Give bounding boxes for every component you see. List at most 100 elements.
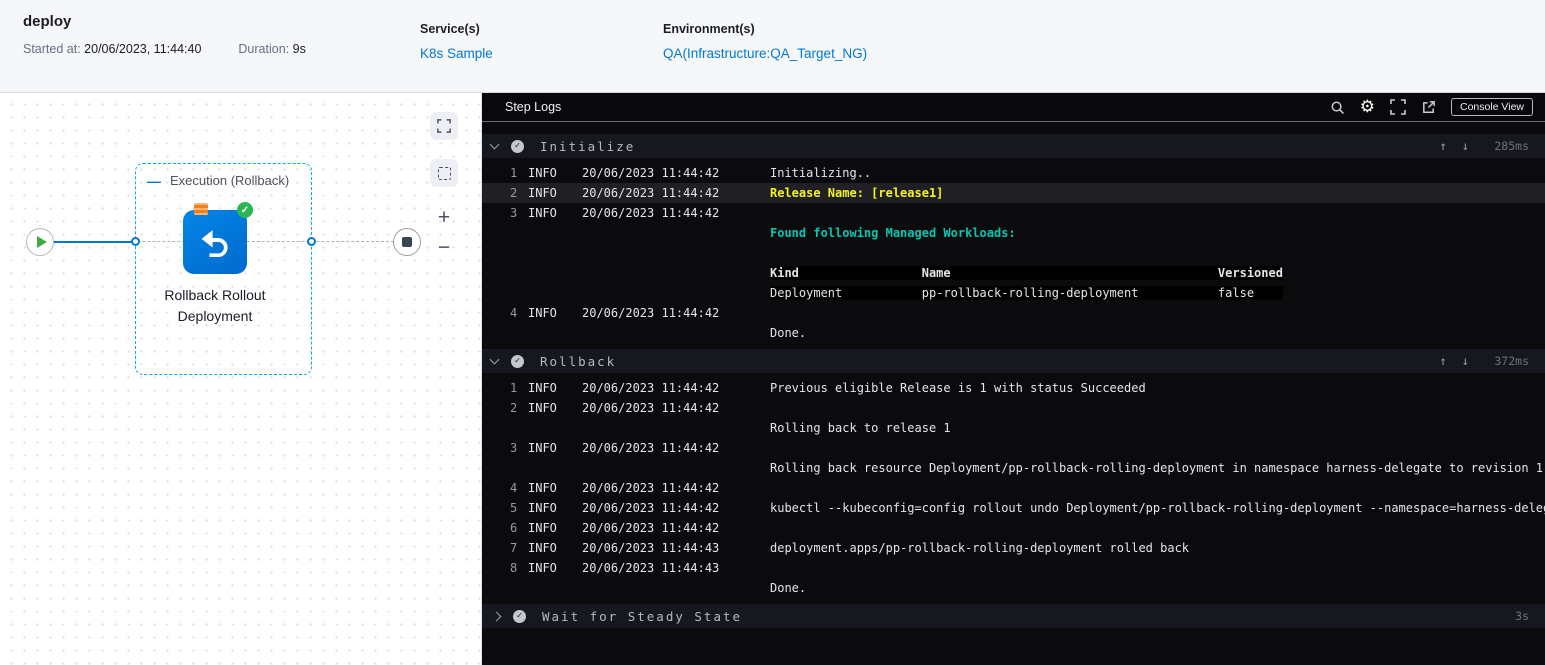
- page-title: deploy: [23, 13, 72, 30]
- log-line: 4 INFO 20/06/2023 11:44:42: [482, 478, 1545, 498]
- open-in-new-icon[interactable]: [1421, 100, 1436, 115]
- log-message: Found following Managed Workloads:: [770, 226, 1016, 240]
- log-line-number: 5: [510, 501, 518, 515]
- log-timestamp: 20/06/2023 11:44:42: [582, 501, 720, 515]
- log-level: INFO: [528, 501, 557, 515]
- log-level: INFO: [528, 401, 557, 415]
- log-level: INFO: [528, 206, 557, 220]
- flow-line-active: [53, 240, 135, 243]
- status-success-icon: ✓: [513, 609, 526, 623]
- chevron-down-icon[interactable]: [489, 139, 500, 150]
- log-section-title: Wait for Steady State: [542, 608, 743, 624]
- log-timestamp: 20/06/2023 11:44:42: [582, 306, 720, 320]
- scroll-to-bottom-icon[interactable]: ↓: [1462, 139, 1469, 153]
- connector-dot: [307, 237, 316, 246]
- chevron-down-icon[interactable]: [489, 354, 500, 365]
- log-line: 4 INFO 20/06/2023 11:44:42: [482, 303, 1545, 323]
- log-line: 6 INFO 20/06/2023 11:44:42: [482, 518, 1545, 538]
- log-line: Done.: [482, 323, 1545, 343]
- section-duration: 372ms: [1494, 354, 1529, 368]
- chevron-right-icon[interactable]: [491, 611, 502, 621]
- log-section-header[interactable]: ✓ Wait for Steady State 3s: [482, 604, 1545, 628]
- step-logs-panel: Step Logs ⚙ Console View ✓ Initialize ↑ ↓ 28…: [482, 93, 1545, 665]
- fit-to-screen-icon: [437, 119, 451, 133]
- log-line-number: 1: [510, 166, 518, 180]
- log-level: INFO: [528, 381, 557, 395]
- duration: Duration: 9s: [238, 42, 306, 56]
- log-line: Rolling back to release 1: [482, 418, 1545, 438]
- log-message: Done.: [770, 326, 807, 340]
- settings-gear-icon[interactable]: ⚙: [1360, 97, 1375, 117]
- log-line-number: 7: [510, 541, 518, 555]
- started-at: Started at: 20/06/2023, 11:44:40: [23, 42, 202, 56]
- status-success-icon: ✓: [511, 354, 524, 368]
- zoom-in-button[interactable]: +: [430, 206, 458, 230]
- log-line-number: 4: [510, 306, 518, 320]
- stop-icon: [402, 237, 412, 247]
- end-node[interactable]: [393, 228, 421, 256]
- execution-summary: deploy Started at: 20/06/2023, 11:44:40 …: [23, 13, 420, 92]
- log-line: 2 INFO 20/06/2023 11:44:42 Release Name: [r…: [482, 183, 1545, 203]
- marquee-select-button[interactable]: [430, 159, 458, 187]
- services-block: Service(s) K8s Sample: [420, 13, 663, 92]
- log-section-wait-for-steady-state: ✓ Wait for Steady State 3s: [482, 604, 1545, 628]
- scroll-to-bottom-icon[interactable]: ↓: [1462, 354, 1469, 368]
- environments-label: Environment(s): [663, 22, 755, 36]
- log-section-title: Rollback: [540, 353, 617, 369]
- log-section-header[interactable]: ✓ Initialize ↑ ↓ 285ms: [482, 134, 1545, 158]
- log-section-header[interactable]: ✓ Rollback ↑ ↓ 372ms: [482, 349, 1545, 373]
- log-message: Release Name: [release1]: [770, 186, 944, 200]
- log-timestamp: 20/06/2023 11:44:43: [582, 541, 720, 555]
- search-icon[interactable]: [1330, 100, 1345, 115]
- environments-block: Environment(s) QA(Infrastructure:QA_Targ…: [663, 13, 906, 92]
- log-line: Deployment pp-rollback-rolling-deploymen…: [482, 283, 1545, 303]
- log-line-number: 2: [510, 186, 518, 200]
- services-label: Service(s): [420, 22, 480, 36]
- log-timestamp: 20/06/2023 11:44:42: [582, 186, 720, 200]
- log-line-number: 3: [510, 441, 518, 455]
- log-message: Done.: [770, 581, 807, 595]
- log-line: 1 INFO 20/06/2023 11:44:42 Previous eligibl…: [482, 378, 1545, 398]
- zoom-out-button[interactable]: −: [430, 236, 458, 260]
- log-line-number: 3: [510, 206, 518, 220]
- log-line-number: 6: [510, 521, 518, 535]
- connector-dot: [131, 237, 140, 246]
- log-section-rollback: ✓ Rollback ↑ ↓ 372ms 1 INFO 20/06/2023 11:44:42…: [482, 349, 1545, 598]
- step-node-rollback-rollout-deployment[interactable]: ✓: [183, 202, 253, 274]
- rollback-icon: [201, 230, 228, 258]
- start-node[interactable]: [26, 228, 54, 256]
- step-logs-title: Step Logs: [505, 100, 562, 114]
- scroll-to-top-icon[interactable]: ↑: [1440, 139, 1447, 153]
- status-success-icon: ✓: [511, 139, 524, 153]
- log-level: INFO: [528, 306, 557, 320]
- log-line: 3 INFO 20/06/2023 11:44:42: [482, 203, 1545, 223]
- collapse-group-icon[interactable]: —: [147, 174, 161, 188]
- log-level: INFO: [528, 166, 557, 180]
- environment-link[interactable]: QA(Infrastructure:QA_Target_NG): [663, 46, 867, 61]
- play-icon: [36, 236, 47, 248]
- barrier-badge-icon: [194, 203, 208, 215]
- log-timestamp: 20/06/2023 11:44:43: [582, 561, 720, 575]
- log-level: INFO: [528, 561, 557, 575]
- log-message: deployment.apps/pp-rollback-rolling-depl…: [770, 541, 1190, 555]
- marquee-icon: [437, 166, 451, 180]
- section-duration: 285ms: [1494, 139, 1529, 153]
- pipeline-graph-canvas[interactable]: — Execution (Rollback) ✓ Rollback Rollou…: [0, 93, 482, 665]
- log-line: Rolling back resource Deployment/pp-roll…: [482, 458, 1545, 478]
- log-section-initialize: ✓ Initialize ↑ ↓ 285ms 1 INFO 20/06/2023 11:44:…: [482, 134, 1545, 343]
- service-link[interactable]: K8s Sample: [420, 46, 493, 61]
- log-line: Found following Managed Workloads:: [482, 223, 1545, 243]
- fit-to-screen-button[interactable]: [430, 112, 458, 140]
- log-message: Initializing..: [770, 166, 872, 180]
- log-timestamp: 20/06/2023 11:44:42: [582, 166, 720, 180]
- fullscreen-icon[interactable]: [1390, 99, 1406, 115]
- log-message: Kind Name Versioned: [770, 266, 1283, 280]
- log-line: 7 INFO 20/06/2023 11:44:43 deployment.apps/…: [482, 538, 1545, 558]
- console-view-button[interactable]: Console View: [1450, 98, 1533, 116]
- log-line-number: 4: [510, 481, 518, 495]
- log-timestamp: 20/06/2023 11:44:42: [582, 481, 720, 495]
- execution-group-label: Execution (Rollback): [170, 173, 290, 188]
- log-line: Kind Name Versioned: [482, 263, 1545, 283]
- scroll-to-top-icon[interactable]: ↑: [1440, 354, 1447, 368]
